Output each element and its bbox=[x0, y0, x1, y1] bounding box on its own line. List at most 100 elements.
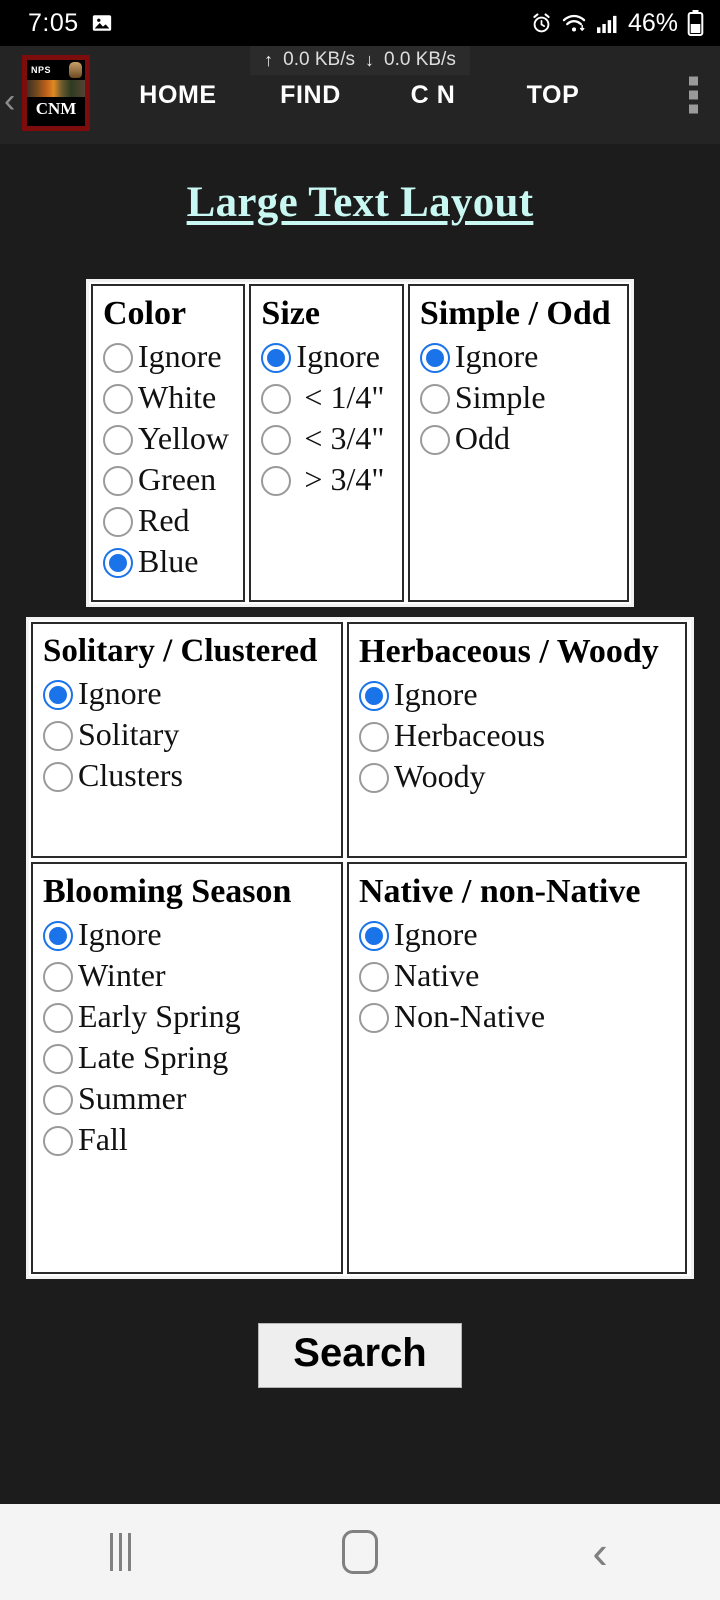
section-title-native-nonnative: Native / non-Native bbox=[359, 873, 641, 911]
radio-icon-selected[interactable] bbox=[359, 921, 389, 952]
radio-icon[interactable] bbox=[103, 466, 133, 497]
radio-label: Woody bbox=[394, 758, 486, 795]
radio-option-color-yellow[interactable]: Yellow bbox=[103, 422, 243, 456]
radio-label: Blue bbox=[138, 543, 199, 580]
radio-icon[interactable] bbox=[419, 384, 450, 415]
radio-option-native-native[interactable]: Native bbox=[359, 959, 685, 993]
overflow-dot bbox=[689, 90, 698, 100]
radio-option-bloom-winter[interactable]: Winter bbox=[43, 959, 341, 993]
radio-option-color-blue[interactable]: Blue bbox=[103, 543, 243, 580]
radio-icon[interactable] bbox=[43, 721, 73, 752]
radio-option-herbaceous-woody[interactable]: Woody bbox=[359, 758, 685, 795]
radio-option-color-ignore[interactable]: Ignore bbox=[103, 338, 243, 375]
radio-option-simpleodd-simple[interactable]: Simple bbox=[419, 381, 627, 415]
radio-option-bloom-fall[interactable]: Fall bbox=[43, 1123, 341, 1157]
radio-label: Ignore bbox=[138, 338, 222, 375]
radio-icon[interactable] bbox=[359, 722, 389, 753]
radio-icon-selected[interactable] bbox=[43, 921, 73, 952]
radio-option-bloom-ignore[interactable]: Ignore bbox=[43, 918, 341, 952]
recents-button[interactable] bbox=[0, 1533, 240, 1571]
home-button[interactable] bbox=[240, 1530, 480, 1574]
cnm-logo[interactable]: NPS CNM bbox=[22, 55, 90, 131]
radio-icon[interactable] bbox=[261, 425, 292, 456]
phone-screen: 7:05 46% ↑ 0.0 KB/s ↓ 0.0 KB/s ‹ NPS CNM… bbox=[0, 0, 720, 1600]
radio-option-color-green[interactable]: Green bbox=[103, 463, 243, 497]
section-native-nonnative: Native / non-Native Ignore Native Non-Na… bbox=[347, 862, 687, 1275]
radio-icon[interactable] bbox=[43, 962, 73, 993]
radio-label: Ignore bbox=[394, 676, 478, 713]
recents-bar bbox=[127, 1533, 131, 1571]
radio-label: White bbox=[138, 379, 217, 416]
radio-icon[interactable] bbox=[261, 466, 292, 497]
radio-label: Herbaceous bbox=[394, 717, 546, 754]
section-blooming-season: Blooming Season Ignore Winter Early Spri… bbox=[31, 862, 343, 1275]
radio-option-size-ignore[interactable]: Ignore bbox=[261, 340, 401, 374]
menu-item-cn[interactable]: C N bbox=[373, 71, 493, 120]
radio-icon[interactable] bbox=[261, 384, 292, 415]
radio-option-native-nonnative[interactable]: Non-Native bbox=[359, 998, 685, 1035]
radio-option-herbaceous-herbaceous[interactable]: Herbaceous bbox=[359, 717, 685, 754]
radio-icon[interactable] bbox=[103, 507, 133, 538]
menu-item-home[interactable]: HOME bbox=[108, 71, 248, 120]
radio-icon[interactable] bbox=[43, 1044, 73, 1075]
battery-percent: 46% bbox=[627, 8, 678, 37]
radio-icon[interactable] bbox=[43, 1126, 73, 1157]
radio-label: < 3/4" bbox=[304, 420, 385, 457]
section-title-blooming-season: Blooming Season bbox=[43, 873, 292, 911]
recents-bar bbox=[118, 1533, 122, 1571]
radio-option-color-white[interactable]: White bbox=[103, 379, 243, 416]
radio-option-bloom-summer[interactable]: Summer bbox=[43, 1080, 341, 1117]
radio-option-solitary-solitary[interactable]: Solitary bbox=[43, 718, 341, 752]
image-icon bbox=[91, 12, 113, 34]
page-title[interactable]: Large Text Layout bbox=[0, 178, 720, 227]
radio-icon[interactable] bbox=[43, 762, 73, 793]
radio-icon[interactable] bbox=[359, 962, 389, 993]
back-button[interactable]: ‹ bbox=[480, 1529, 720, 1575]
radio-icon[interactable] bbox=[359, 1003, 389, 1034]
menu-item-find[interactable]: FIND bbox=[248, 71, 373, 120]
radio-option-simpleodd-ignore[interactable]: Ignore bbox=[419, 340, 627, 374]
battery-icon bbox=[687, 10, 704, 36]
section-color: Color Ignore White Yellow Green Red Blue bbox=[91, 284, 246, 603]
radio-option-size-lt-threequarter[interactable]: < 3/4" bbox=[261, 420, 401, 457]
recents-bar bbox=[109, 1533, 113, 1571]
radio-icon[interactable] bbox=[103, 343, 133, 374]
alarm-icon bbox=[530, 12, 553, 35]
status-bar-left: 7:05 bbox=[28, 9, 113, 38]
radio-option-native-ignore[interactable]: Ignore bbox=[359, 918, 685, 952]
radio-option-simpleodd-odd[interactable]: Odd bbox=[419, 422, 627, 456]
radio-icon[interactable] bbox=[419, 425, 450, 456]
radio-icon[interactable] bbox=[103, 425, 133, 456]
filter-grid-row: Solitary / Clustered Ignore Solitary Clu… bbox=[29, 620, 691, 860]
radio-icon[interactable] bbox=[359, 763, 389, 794]
radio-option-size-gt-threequarter[interactable]: > 3/4" bbox=[261, 461, 401, 498]
radio-icon[interactable] bbox=[103, 384, 133, 415]
search-button[interactable]: Search bbox=[258, 1323, 462, 1389]
radio-icon-selected[interactable] bbox=[419, 343, 450, 374]
radio-label: > 3/4" bbox=[304, 461, 385, 498]
section-title-simple-odd: Simple / Odd bbox=[419, 295, 611, 332]
radio-label: Clusters bbox=[78, 757, 183, 794]
radio-icon-selected[interactable] bbox=[103, 548, 133, 579]
section-herbaceous-woody: Herbaceous / Woody Ignore Herbaceous Woo… bbox=[347, 622, 687, 859]
menu-item-top[interactable]: TOP bbox=[493, 71, 613, 120]
radio-icon-selected[interactable] bbox=[261, 343, 292, 374]
radio-icon-selected[interactable] bbox=[43, 680, 73, 711]
radio-option-bloom-late-spring[interactable]: Late Spring bbox=[43, 1041, 341, 1075]
radio-label: Non-Native bbox=[394, 998, 546, 1035]
section-size: Size Ignore < 1/4" < 3/4" > 3/4" bbox=[249, 284, 404, 603]
status-bar-right: 46% bbox=[530, 9, 704, 38]
radio-option-solitary-ignore[interactable]: Ignore bbox=[43, 677, 341, 711]
radio-option-size-lt-quarter[interactable]: < 1/4" bbox=[261, 381, 401, 415]
radio-option-herbaceous-ignore[interactable]: Ignore bbox=[359, 676, 685, 713]
radio-option-bloom-early-spring[interactable]: Early Spring bbox=[43, 1000, 341, 1034]
radio-icon[interactable] bbox=[43, 1003, 73, 1034]
back-chevron-icon[interactable]: ‹ bbox=[4, 84, 15, 118]
radio-option-solitary-clusters[interactable]: Clusters bbox=[43, 757, 341, 794]
overflow-menu-icon[interactable] bbox=[689, 76, 698, 114]
logo-nps-label: NPS bbox=[31, 65, 52, 75]
radio-icon-selected[interactable] bbox=[359, 681, 389, 712]
radio-icon[interactable] bbox=[43, 1085, 73, 1116]
radio-label: Summer bbox=[78, 1080, 187, 1117]
radio-option-color-red[interactable]: Red bbox=[103, 504, 243, 538]
